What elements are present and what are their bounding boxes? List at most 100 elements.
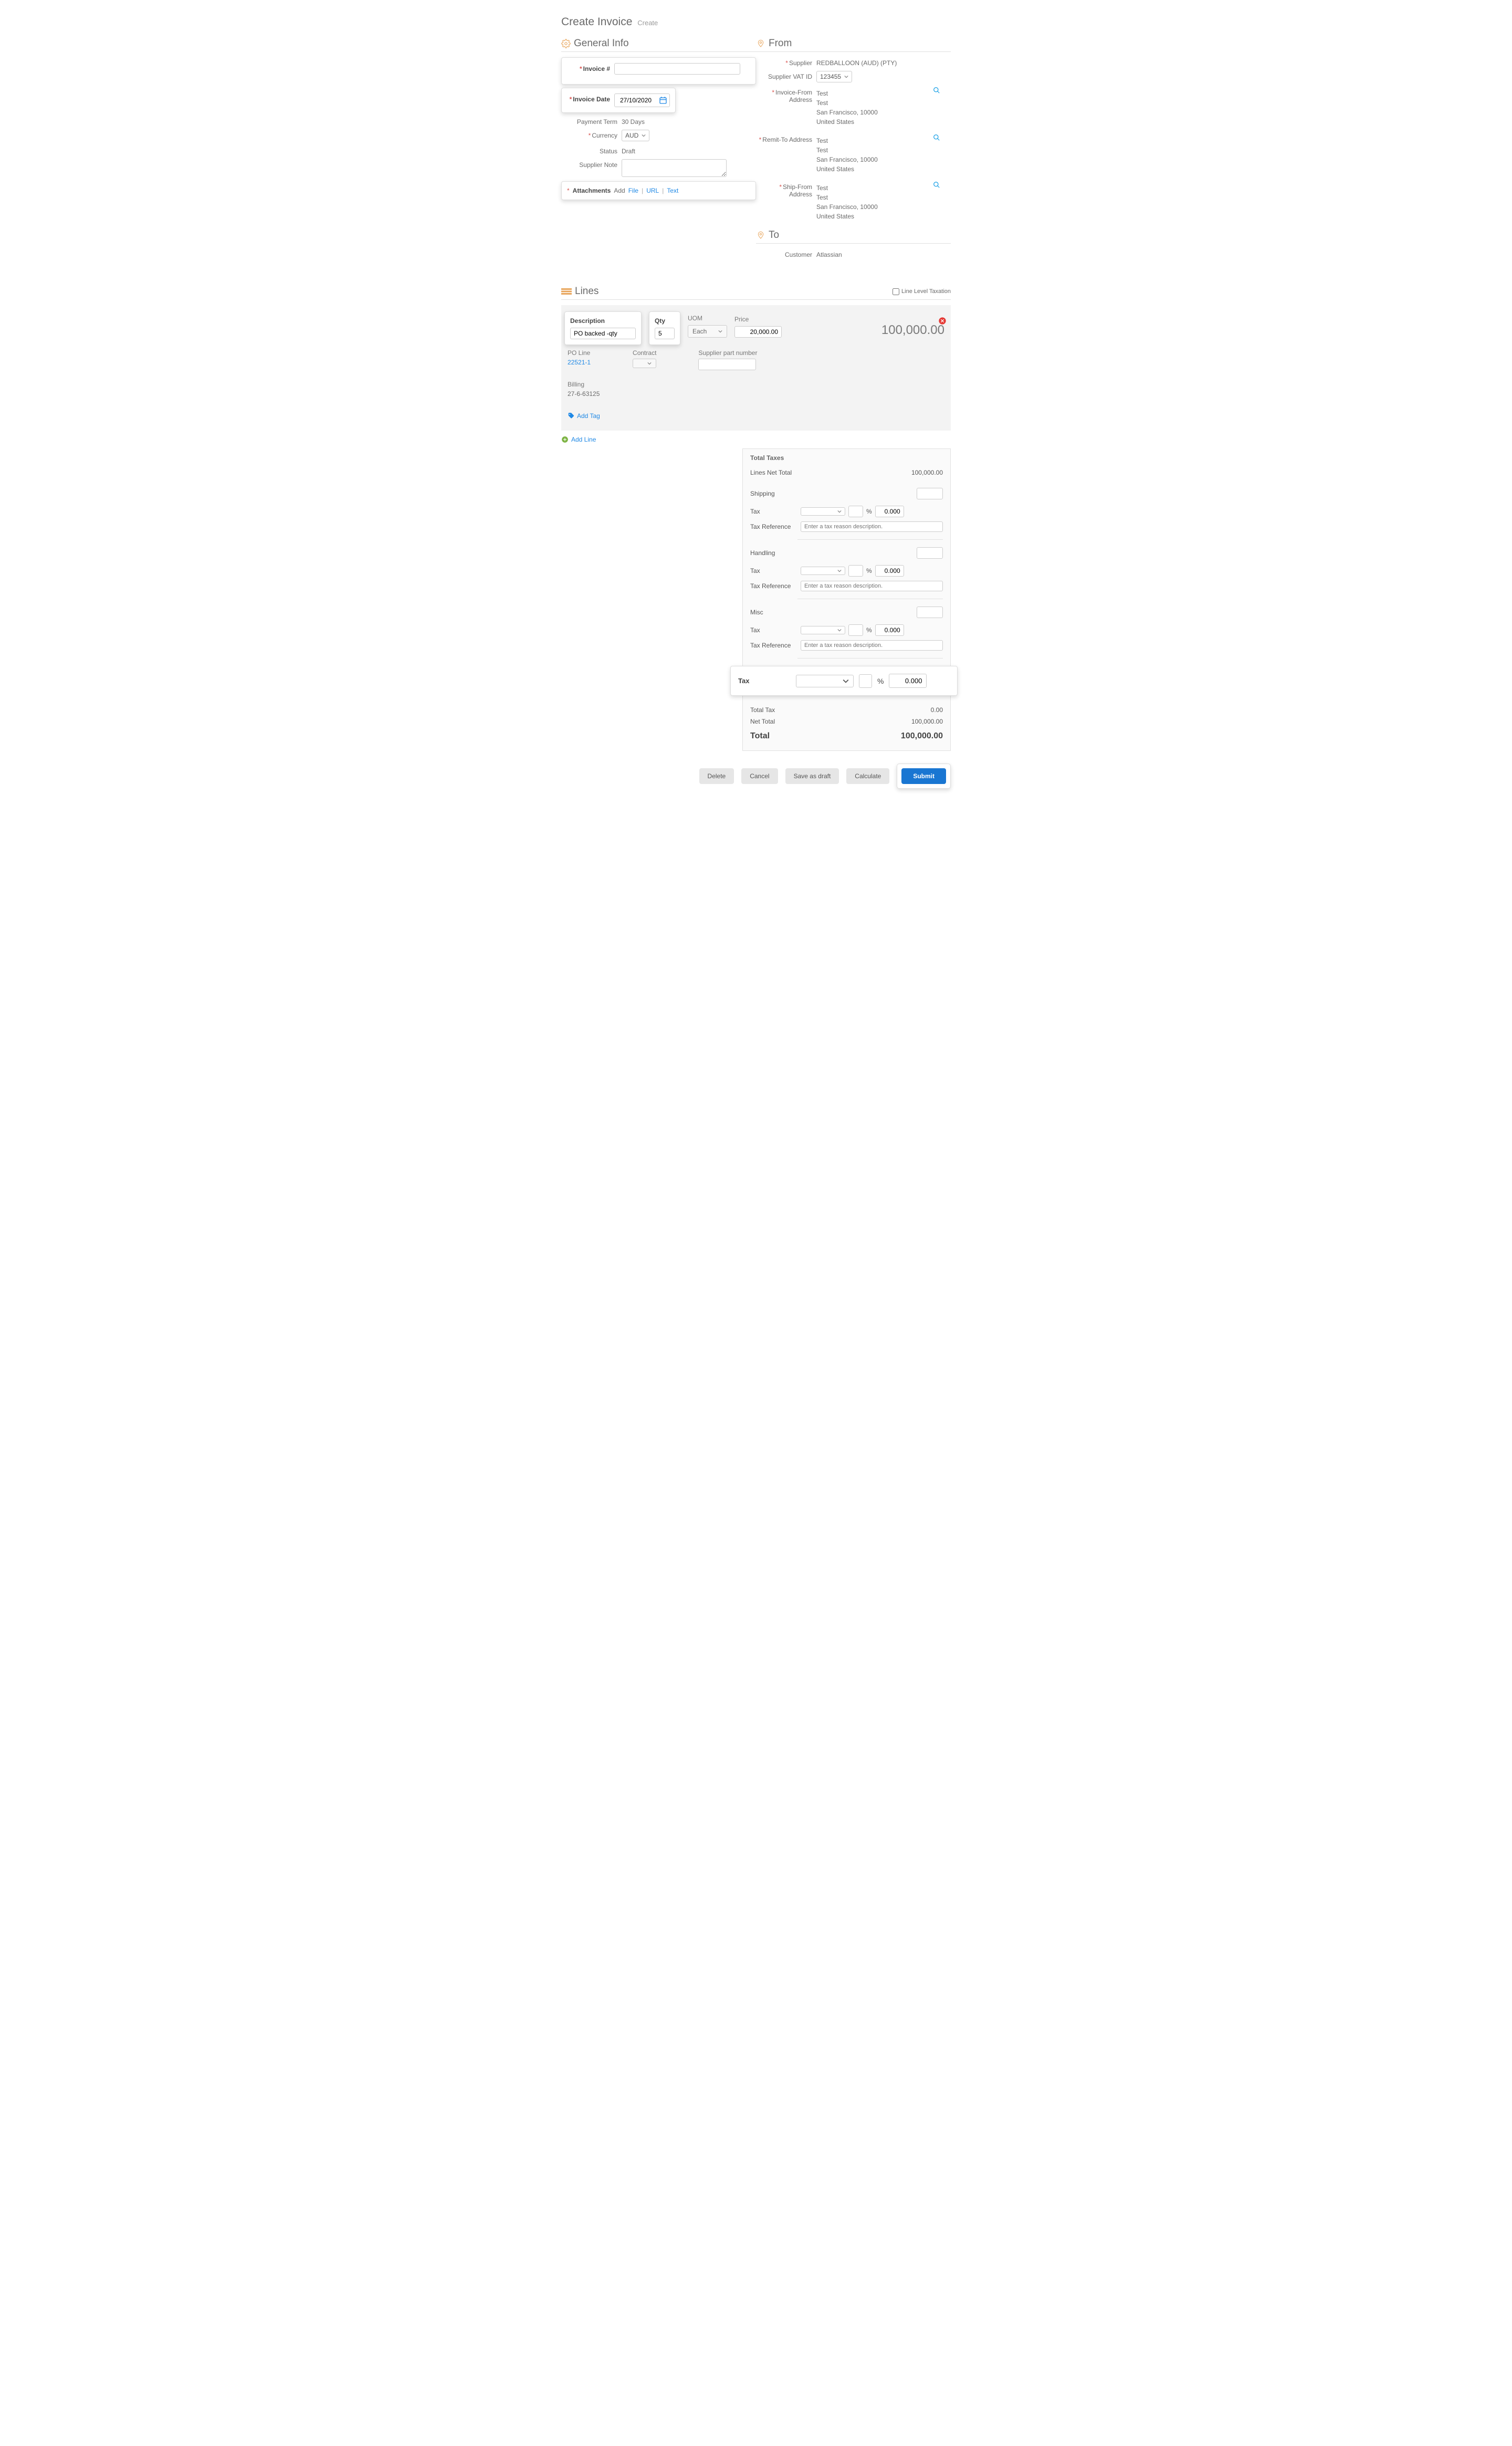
supplier-note-input[interactable] (622, 159, 727, 177)
qty-label: Qty (655, 317, 675, 325)
supplier-label: Supplier (789, 59, 812, 67)
invoice-number-label: Invoice # (583, 65, 610, 72)
to-header: To (756, 229, 951, 244)
contract-label: Contract (633, 349, 656, 357)
invoice-date-label: Invoice Date (573, 96, 610, 103)
overall-tax-row: Tax % (730, 666, 958, 696)
misc-tax-ref-label: Tax Reference (750, 642, 797, 649)
shipping-tax-select[interactable] (801, 507, 845, 516)
general-info-header: General Info (561, 38, 756, 52)
calendar-icon[interactable] (659, 96, 667, 104)
misc-tax-ref-input[interactable] (801, 640, 943, 651)
vat-label: Supplier VAT ID (756, 71, 816, 80)
payment-term-label: Payment Term (561, 116, 622, 126)
shipping-tax-amount-input[interactable] (875, 506, 904, 517)
remove-line-icon[interactable] (938, 317, 947, 325)
currency-select[interactable]: AUD (622, 130, 649, 141)
lines-heading: Lines (575, 286, 598, 297)
invoice-from-address: TestTestSan Francisco, 10000United State… (816, 87, 951, 127)
handling-tax-ref-label: Tax Reference (750, 582, 797, 590)
cancel-button[interactable]: Cancel (741, 768, 778, 784)
misc-tax-amount-input[interactable] (875, 624, 904, 636)
lines-net-total-value: 100,000.00 (911, 469, 943, 476)
add-line-link[interactable]: Add Line (561, 436, 596, 443)
remit-to-label: Remit-To Address (762, 136, 812, 143)
supplier-note-label: Supplier Note (561, 159, 622, 169)
misc-tax-pct-input[interactable] (848, 624, 863, 636)
ship-from-label: Ship-From Address (783, 183, 812, 198)
line-total: 100,000.00 (881, 323, 944, 338)
uom-select[interactable]: Each (688, 325, 727, 338)
attachments-add-label: Add (614, 187, 625, 194)
supplier-value: REDBALLOON (AUD) (PTY) (816, 57, 951, 67)
save-draft-button[interactable]: Save as draft (785, 768, 839, 784)
total-taxes-title: Total Taxes (750, 454, 943, 462)
uom-label: UOM (688, 315, 727, 322)
overall-tax-amount-input[interactable] (889, 674, 927, 688)
overall-tax-pct-input[interactable] (859, 674, 872, 688)
lines-icon (561, 288, 572, 295)
overall-tax-select[interactable] (796, 675, 854, 687)
line-item-row: Description Qty UOM Each Price 100,000.0… (561, 305, 951, 431)
qty-input[interactable] (655, 328, 675, 339)
vat-select[interactable]: 123455 (816, 71, 852, 82)
submit-button[interactable]: Submit (901, 768, 946, 784)
po-line-label: PO Line (568, 349, 591, 357)
invoice-date-input[interactable] (614, 93, 670, 107)
shipping-tax-ref-input[interactable] (801, 521, 943, 532)
handling-tax-ref-input[interactable] (801, 581, 943, 591)
calculate-button[interactable]: Calculate (846, 768, 889, 784)
part-number-input[interactable] (698, 359, 756, 370)
po-line-link[interactable]: 22521-1 (568, 359, 591, 366)
lines-net-total-label: Lines Net Total (750, 469, 813, 476)
misc-tax-select[interactable] (801, 626, 845, 634)
handling-tax-select[interactable] (801, 567, 845, 575)
line-level-taxation-checkbox[interactable]: Line Level Taxation (892, 288, 951, 295)
misc-tax-label: Tax (750, 626, 797, 634)
attach-text-link[interactable]: Text (667, 187, 678, 194)
contract-select[interactable] (633, 359, 656, 368)
ship-from-address: TestTestSan Francisco, 10000United State… (816, 181, 951, 221)
shipping-tax-label: Tax (750, 508, 797, 515)
shipping-tax-pct-input[interactable] (848, 506, 863, 517)
add-tag-link[interactable]: Add Tag (568, 412, 600, 420)
total-tax-value: 0.00 (931, 706, 943, 714)
total-tax-label: Total Tax (750, 706, 775, 714)
handling-tax-amount-input[interactable] (875, 565, 904, 577)
shipping-label: Shipping (750, 490, 813, 497)
grand-total-value: 100,000.00 (901, 731, 943, 741)
remit-to-address: TestTestSan Francisco, 10000United State… (816, 134, 951, 174)
price-label: Price (734, 316, 782, 323)
page-title: Create Invoice Create (561, 16, 951, 28)
net-total-label: Net Total (750, 718, 775, 725)
payment-term-value: 30 Days (622, 116, 756, 126)
price-input[interactable] (734, 326, 782, 338)
description-label: Description (570, 317, 636, 325)
from-header: From (756, 38, 951, 52)
currency-label: Currency (592, 132, 617, 139)
invoice-number-input[interactable] (614, 63, 740, 75)
search-icon[interactable] (933, 87, 940, 94)
handling-tax-label: Tax (750, 567, 797, 574)
customer-label: Customer (756, 249, 816, 258)
attach-file-link[interactable]: File (628, 187, 638, 194)
part-number-label: Supplier part number (698, 349, 757, 357)
description-input[interactable] (570, 328, 636, 339)
billing-value: 27-6-63125 (568, 390, 600, 398)
attach-url-link[interactable]: URL (646, 187, 659, 194)
search-icon[interactable] (933, 181, 940, 189)
overall-tax-label: Tax (738, 677, 791, 685)
misc-label: Misc (750, 609, 813, 616)
misc-input[interactable] (917, 607, 943, 618)
handling-tax-pct-input[interactable] (848, 565, 863, 577)
delete-button[interactable]: Delete (699, 768, 734, 784)
status-value: Draft (622, 145, 756, 155)
handling-input[interactable] (917, 547, 943, 559)
totals-panel: Total Taxes Lines Net Total 100,000.00 S… (742, 448, 951, 751)
gear-icon (561, 39, 571, 48)
invoice-from-label: Invoice-From Address (775, 89, 812, 103)
pin-icon (756, 231, 765, 240)
billing-label: Billing (568, 381, 944, 388)
search-icon[interactable] (933, 134, 940, 141)
shipping-input[interactable] (917, 488, 943, 499)
